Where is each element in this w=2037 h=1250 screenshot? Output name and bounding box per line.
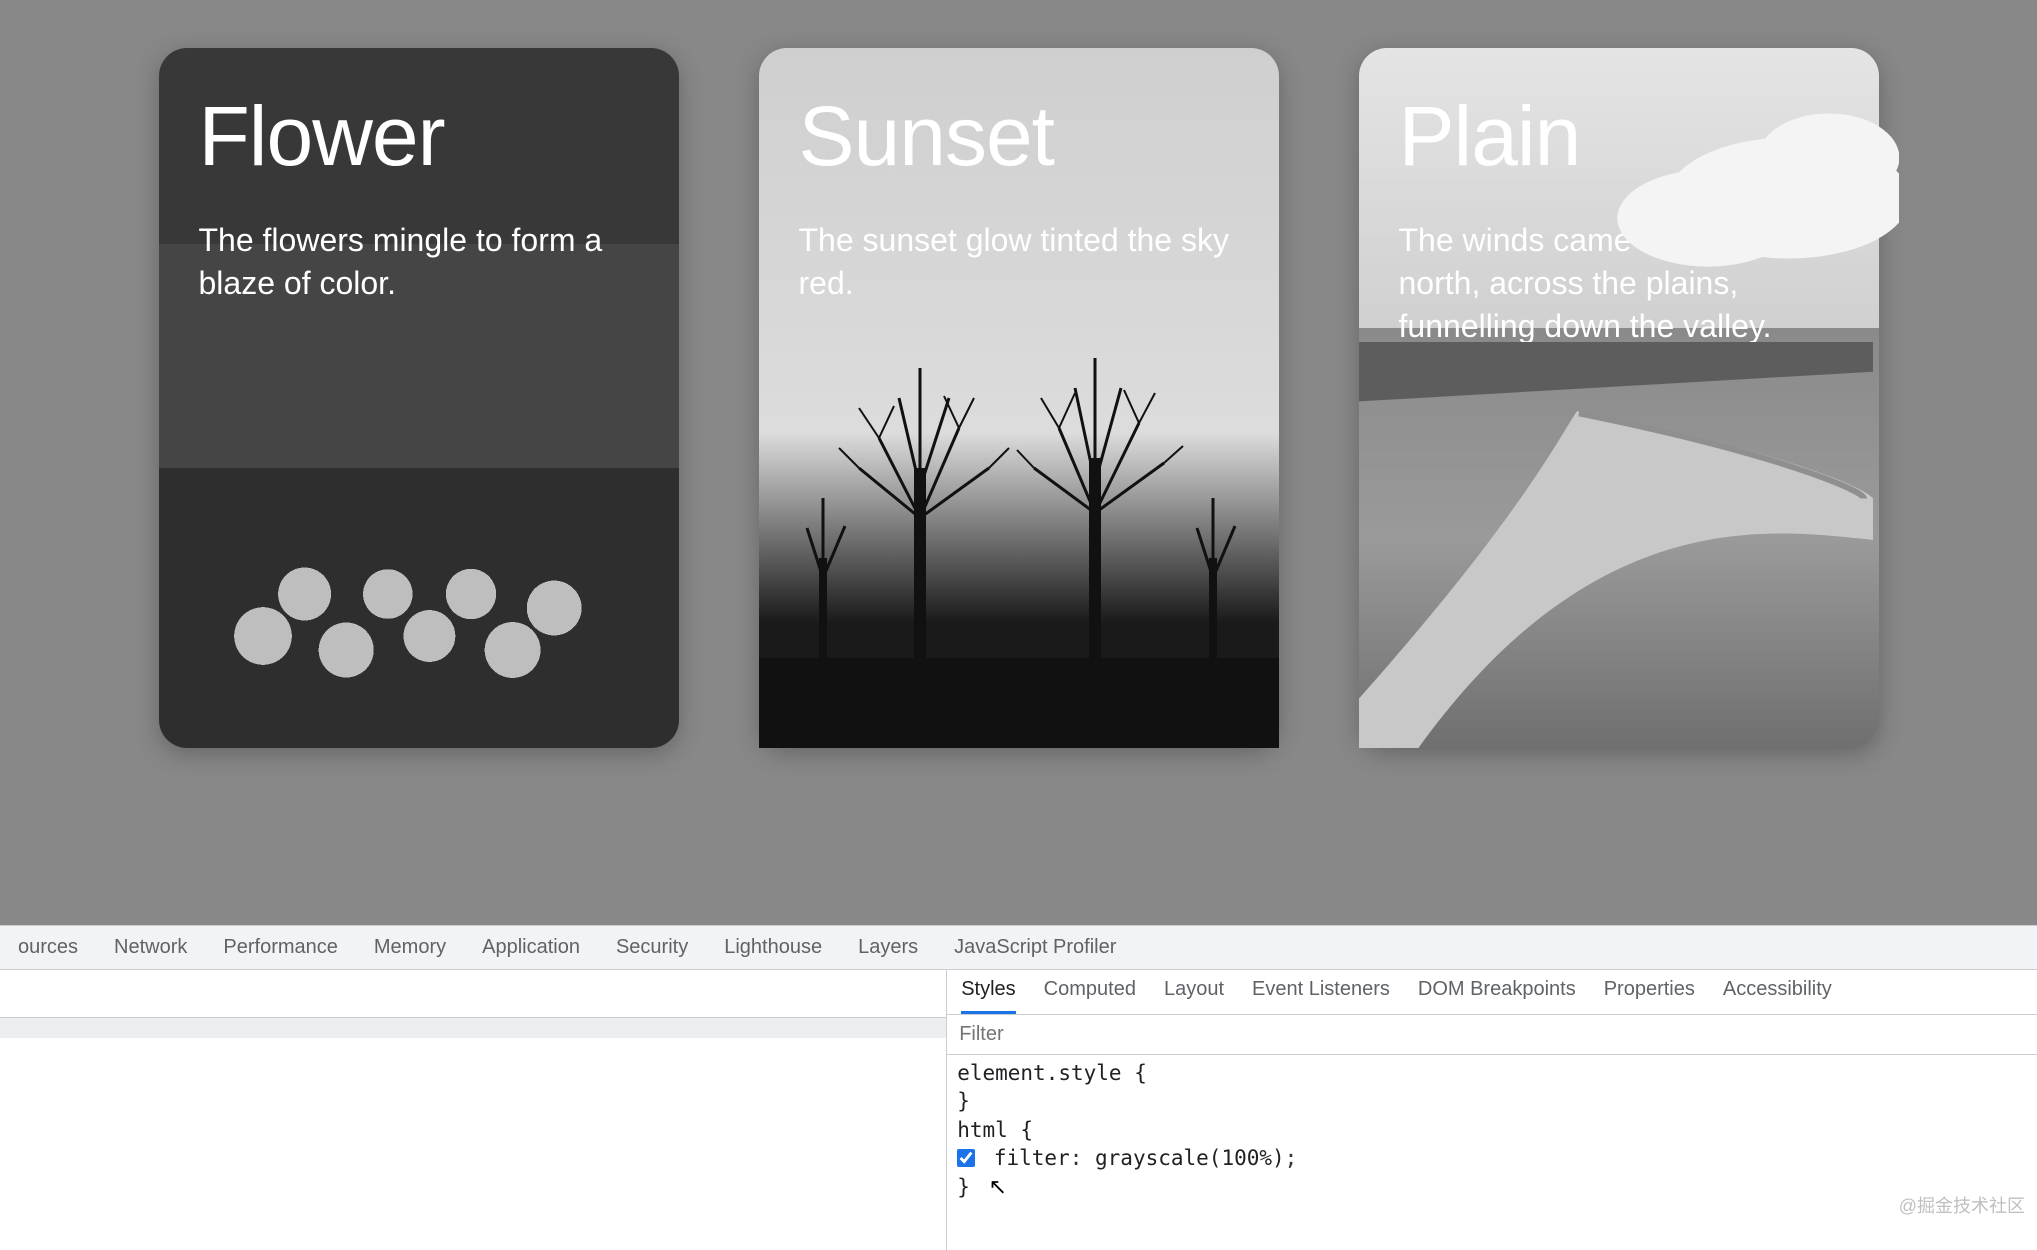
tab-application[interactable]: Application <box>482 936 580 959</box>
tab-security[interactable]: Security <box>616 936 688 959</box>
rule-elementstyle-close: } <box>957 1089 970 1113</box>
rule-html-colon: : <box>1070 1146 1095 1170</box>
subtab-accessibility[interactable]: Accessibility <box>1723 978 1832 1014</box>
cursor-icon: ↖ <box>989 1174 1007 1199</box>
sunset-trees-illustration <box>759 258 1279 748</box>
watermark-text: @掘金技术社区 <box>1899 1192 2025 1218</box>
devtools-panel: ources Network Performance Memory Applic… <box>0 925 2037 1250</box>
styles-rules[interactable]: element.style { } html { filter: graysca… <box>947 1055 2037 1206</box>
subtab-styles[interactable]: Styles <box>961 978 1015 1014</box>
elements-tree-pane[interactable] <box>0 970 947 1250</box>
rule-html-selector[interactable]: html <box>957 1118 1008 1142</box>
card-plain-title: Plain <box>1399 88 1839 185</box>
devtools-top-tabs: ources Network Performance Memory Applic… <box>0 926 2037 970</box>
rule-elementstyle-open: { <box>1122 1061 1147 1085</box>
card-sunset: Sunset The sunset glow tinted the sky re… <box>759 48 1279 748</box>
tab-sources[interactable]: ources <box>18 936 78 959</box>
styles-filter-input[interactable] <box>947 1015 2037 1054</box>
rule-html-filter-toggle[interactable] <box>957 1149 975 1167</box>
subtab-dom-breakpoints[interactable]: DOM Breakpoints <box>1418 978 1576 1014</box>
styles-filter-row <box>947 1015 2037 1055</box>
tab-performance[interactable]: Performance <box>223 936 338 959</box>
rule-html-open: { <box>1008 1118 1033 1142</box>
rule-html-semicolon: ; <box>1285 1146 1298 1170</box>
tab-lighthouse[interactable]: Lighthouse <box>724 936 822 959</box>
rule-html-value[interactable]: grayscale(100%) <box>1095 1146 1285 1170</box>
card-plain-desc: The winds came from the north, across th… <box>1399 219 1839 349</box>
styles-pane: Styles Computed Layout Event Listeners D… <box>947 970 2037 1250</box>
tab-memory[interactable]: Memory <box>374 936 446 959</box>
card-sunset-title: Sunset <box>799 88 1239 185</box>
subtab-layout[interactable]: Layout <box>1164 978 1224 1014</box>
tab-network[interactable]: Network <box>114 936 187 959</box>
page-preview: Flower The flowers mingle to form a blaz… <box>0 0 2037 925</box>
rule-html-close: } <box>957 1175 970 1199</box>
devtools-body: Styles Computed Layout Event Listeners D… <box>0 970 2037 1250</box>
plain-road-illustration <box>1359 342 1874 748</box>
subtab-properties[interactable]: Properties <box>1604 978 1695 1014</box>
tab-jsprofiler[interactable]: JavaScript Profiler <box>954 936 1116 959</box>
rule-elementstyle-selector[interactable]: element.style <box>957 1061 1121 1085</box>
subtab-event-listeners[interactable]: Event Listeners <box>1252 978 1390 1014</box>
elements-toolbar <box>0 970 946 1018</box>
card-flower: Flower The flowers mingle to form a blaz… <box>159 48 679 748</box>
card-flower-desc: The flowers mingle to form a blaze of co… <box>199 219 639 305</box>
styles-sub-tabs: Styles Computed Layout Event Listeners D… <box>947 970 2037 1015</box>
subtab-computed[interactable]: Computed <box>1044 978 1136 1014</box>
card-plain: Plain The winds came from the north, acr… <box>1359 48 1879 748</box>
tab-layers[interactable]: Layers <box>858 936 918 959</box>
elements-selected-row[interactable] <box>0 1018 946 1038</box>
card-sunset-desc: The sunset glow tinted the sky red. <box>799 219 1239 305</box>
rule-html-prop[interactable]: filter <box>994 1146 1070 1170</box>
card-flower-title: Flower <box>199 88 639 185</box>
